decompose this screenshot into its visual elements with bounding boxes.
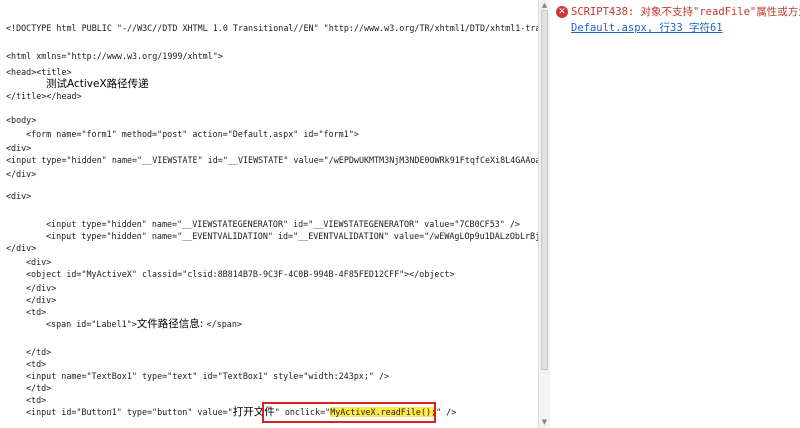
div-open-line: <div> — [26, 257, 52, 267]
html-open-line: <html xmlns="http://www.w3.org/1999/xhtm… — [6, 51, 223, 61]
scroll-down-icon[interactable]: ▼ — [540, 418, 549, 427]
div-close-line: </div> — [6, 243, 37, 253]
error-icon: ✕ — [556, 6, 568, 18]
td-open-line: <td> — [26, 395, 47, 405]
scroll-up-icon[interactable]: ▲ — [540, 1, 549, 10]
div-open-line: <div> — [6, 191, 32, 201]
body-open-line: <body> — [6, 115, 37, 125]
error-location-link[interactable]: Default.aspx, 行33 字符61 — [571, 20, 723, 35]
div-open-line: <div> — [6, 143, 32, 153]
eventvalidation-line: <input type="hidden" name="__EVENTVALIDA… — [46, 231, 538, 241]
source-view: <!DOCTYPE html PUBLIC "-//W3C//DTD XHTML… — [0, 0, 538, 428]
form-open-line: <form name="form1" method="post" action=… — [26, 129, 359, 139]
td-open-line: <td> — [26, 307, 47, 317]
viewstate-line: <input type="hidden" name="__VIEWSTATE" … — [6, 155, 538, 165]
error-message: SCRIPT438: 对象不支持"readFile"属性或方法 — [571, 6, 800, 18]
span-line: <span id="Label1">文件路径信息: </span> — [46, 318, 242, 330]
head-open-line: <head><title> — [6, 67, 72, 77]
vertical-scrollbar[interactable]: ▲ ▼ — [538, 0, 550, 428]
td-open-line: <td> — [26, 359, 47, 369]
td-close-line: </td> — [26, 383, 52, 393]
doctype-line: <!DOCTYPE html PUBLIC "-//W3C//DTD XHTML… — [6, 23, 538, 33]
title-close-line: </title></head> — [6, 91, 82, 101]
title-text-line: 测试ActiveX路径传递 — [46, 78, 149, 90]
td-close-line: </td> — [26, 347, 52, 357]
div-close-line: </div> — [26, 283, 57, 293]
highlight-box — [262, 402, 436, 423]
object-line: <object id="MyActiveX" classid="clsid:8B… — [26, 269, 455, 279]
console-pane: ✕ SCRIPT438: 对象不支持"readFile"属性或方法 Defaul… — [550, 0, 800, 428]
textbox-line: <input name="TextBox1" type="text" id="T… — [26, 371, 390, 381]
div-close-line: </div> — [26, 295, 57, 305]
viewstategenerator-line: <input type="hidden" name="__VIEWSTATEGE… — [46, 219, 520, 229]
div-close-line: </div> — [6, 169, 37, 179]
scroll-thumb[interactable] — [541, 10, 548, 370]
